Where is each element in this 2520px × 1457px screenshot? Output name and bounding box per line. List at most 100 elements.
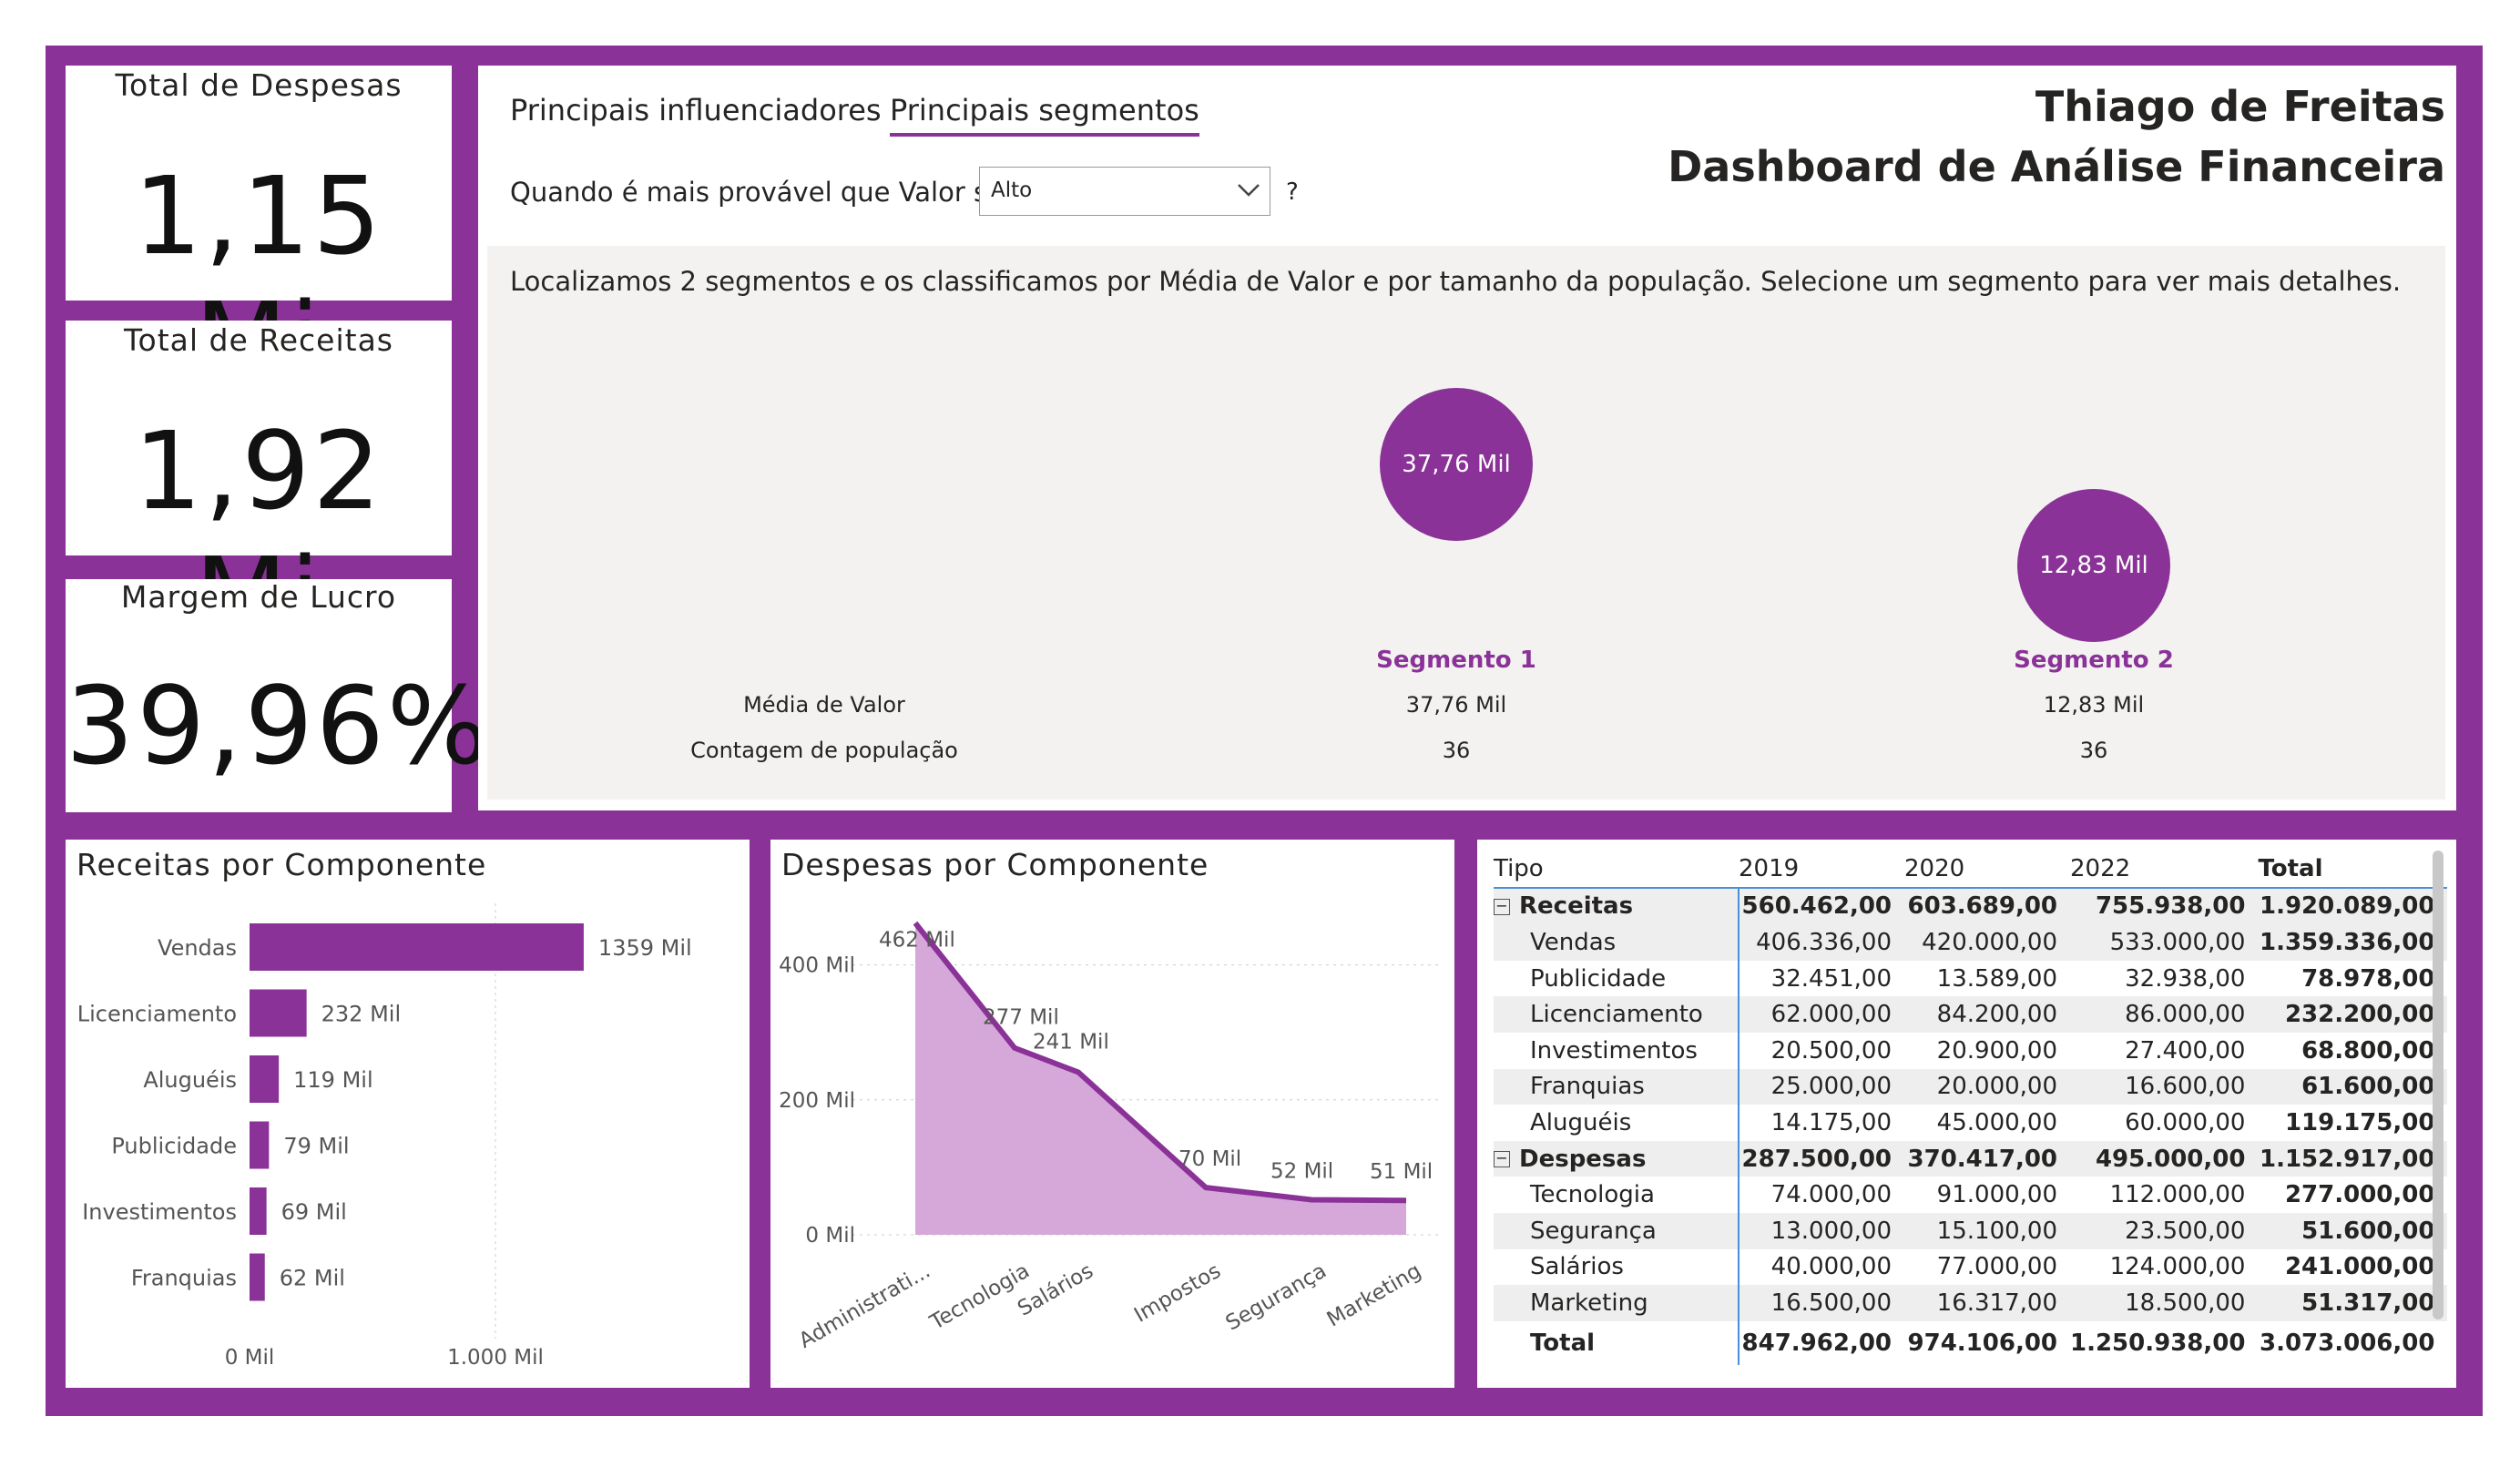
matrix-panel: Tipo 2019 2020 2022 Total − Receitas 560.462,00…	[1477, 840, 2456, 1388]
table-row: Segurança 13.000,00 15.100,00 23.500,00 51.6…	[1494, 1212, 2448, 1249]
table-cell: 62.000,00	[1770, 1001, 1892, 1029]
tab-principais-influenciadores[interactable]: Principais influenciadores	[510, 93, 882, 127]
row-label[interactable]: − Receitas	[1494, 887, 1740, 925]
kpi-value: 39,96%	[66, 663, 492, 789]
table-cell: 974.106,00	[1907, 1329, 2057, 1357]
header-row: Tipo 2019 2020 2022 Total	[1494, 851, 2448, 888]
chevron-down-icon	[1238, 184, 1260, 197]
kpi-card-despesas[interactable]: Total de Despesas 1,15 Mi	[66, 66, 452, 404]
column-header[interactable]: Tipo	[1494, 851, 1739, 888]
y-tick-label: 200 Mil	[779, 1089, 855, 1113]
dashboard-title: Dashboard de Análise Financeira	[1668, 142, 2445, 191]
bar	[250, 1055, 280, 1103]
table-cell: 23.500,00	[2125, 1217, 2246, 1245]
tab-principais-segmentos[interactable]: Principais segmentos	[890, 93, 1199, 137]
bar	[250, 1121, 270, 1169]
segment-1-label[interactable]: Segmento 1	[1365, 647, 1547, 674]
x-tick-label: Marketing	[1323, 1259, 1425, 1332]
table-cell: 77.000,00	[1936, 1253, 2057, 1281]
segment-1-contagem: 36	[1442, 738, 1471, 763]
row-label: Investimentos	[1494, 1032, 1740, 1069]
row-label: Franquias	[1494, 1068, 1740, 1105]
question-label: Quando é mais provável que Valor seja	[510, 177, 1027, 208]
table-cell: 1.250.938,00	[2070, 1329, 2246, 1357]
table-cell: 45.000,00	[1936, 1108, 2057, 1136]
table-cell: 124.000,00	[2109, 1253, 2246, 1281]
category-label: Investimentos	[82, 1199, 237, 1225]
total-row: Total 847.962,00 974.106,00 1.250.938,00 3.0…	[1494, 1320, 2447, 1365]
receitas-chart-panel: Receitas por Componente Vendas 1359 Mil Li…	[66, 840, 750, 1388]
data-label: 62 Mil	[280, 1266, 345, 1291]
table-cell: 277.000,00	[2284, 1181, 2435, 1209]
table-row: Licenciamento 62.000,00 84.200,00 86.000,00…	[1494, 996, 2448, 1033]
table-row: Salários 40.000,00 77.000,00 124.000,00 241.…	[1494, 1248, 2447, 1286]
table-cell: 18.500,00	[2125, 1289, 2246, 1317]
table-cell: 560.462,00	[1741, 892, 1892, 921]
x-tick-label: Tecnologia	[925, 1259, 1034, 1336]
segment-2-label[interactable]: Segmento 2	[2003, 647, 2185, 674]
table-cell: 91.000,00	[1936, 1181, 2057, 1209]
collapse-icon[interactable]: −	[1494, 898, 1510, 915]
despesas-area-chart: 0 Mil 200 Mil 400 Mil 462 Mil Administrati..…	[779, 921, 1440, 1353]
table-cell: 25.000,00	[1770, 1073, 1892, 1101]
table-cell: 32.451,00	[1770, 964, 1892, 993]
table-cell: 232.200,00	[2284, 1001, 2435, 1029]
financial-matrix: Tipo 2019 2020 2022 Total − Receitas 560.462,00…	[1494, 851, 2448, 1365]
table-cell: 16.317,00	[1936, 1289, 2057, 1317]
row-label: Aluguéis	[1494, 1105, 1740, 1141]
kpi-card-receitas[interactable]: Total de Receitas 1,92 Mi	[66, 321, 452, 659]
dropdown-value: Alto	[991, 178, 1033, 202]
data-label: 79 Mil	[283, 1134, 349, 1159]
data-label: 462 Mil	[879, 929, 955, 953]
segment-2-bubble[interactable]: 12,83 Mil	[2017, 489, 2170, 642]
author-name: Thiago de Freitas	[2035, 82, 2445, 131]
row-label[interactable]: − Despesas	[1494, 1140, 1740, 1177]
category-label: Franquias	[131, 1266, 237, 1291]
kpi-title: Total de Despesas	[115, 67, 403, 103]
segment-1-bubble[interactable]: 37,76 Mil	[1380, 388, 1533, 541]
y-tick-label: 0 Mil	[805, 1224, 855, 1248]
scrollbar[interactable]	[2433, 851, 2443, 1319]
data-label: 70 Mil	[1178, 1147, 1241, 1171]
category-label: Aluguéis	[143, 1067, 237, 1093]
valor-dropdown[interactable]: Alto	[979, 167, 1270, 216]
column-header[interactable]: 2022	[2070, 851, 2258, 888]
table-row: − Receitas 560.462,00 603.689,00 755.938,00 1…	[1494, 887, 2448, 925]
category-label: Licenciamento	[77, 1002, 237, 1027]
table-cell: 1.920.089,00	[2260, 892, 2435, 921]
help-icon[interactable]: ?	[1286, 178, 1299, 206]
table-cell: 112.000,00	[2109, 1181, 2246, 1209]
table-row: Tecnologia 74.000,00 91.000,00 112.000,00 27…	[1494, 1177, 2447, 1213]
table-cell: 370.417,00	[1907, 1145, 2057, 1173]
y-tick-label: 400 Mil	[779, 954, 855, 978]
collapse-icon[interactable]: −	[1494, 1151, 1510, 1168]
row-label: Vendas	[1494, 924, 1740, 961]
table-cell: 74.000,00	[1770, 1181, 1892, 1209]
table-cell: 241.000,00	[2284, 1253, 2435, 1281]
column-header[interactable]: 2020	[1904, 851, 2070, 888]
table-cell: 1.152.917,00	[2260, 1145, 2435, 1173]
kpi-title: Margem de Lucro	[120, 579, 397, 615]
x-tick-label: Administrati...	[795, 1259, 934, 1353]
table-cell: 755.938,00	[2095, 892, 2246, 921]
bar	[250, 1253, 265, 1301]
column-header[interactable]: Total	[2258, 851, 2447, 888]
x-tick-label: 1.000 Mil	[447, 1346, 544, 1370]
table-cell: 406.336,00	[1756, 928, 1892, 956]
table-row: Franquias 25.000,00 20.000,00 16.600,00 61.6…	[1494, 1068, 2448, 1105]
table-cell: 16.600,00	[2125, 1073, 2246, 1101]
table-row: Vendas 406.336,00 420.000,00 533.000,00 1.35…	[1494, 924, 2448, 961]
table-row: − Despesas 287.500,00 370.417,00 495.000,00 1…	[1494, 1140, 2448, 1177]
table-cell: 495.000,00	[2095, 1145, 2246, 1173]
table-row: Aluguéis 14.175,00 45.000,00 60.000,00 119.1…	[1494, 1105, 2447, 1141]
data-label: 51 Mil	[1370, 1160, 1433, 1184]
area-fill	[915, 922, 1406, 1235]
kpi-card-margem[interactable]: Margem de Lucro 39,96%	[66, 579, 492, 812]
table-cell: 13.589,00	[1936, 964, 2057, 993]
data-label: 69 Mil	[281, 1199, 347, 1225]
data-label: 52 Mil	[1270, 1159, 1333, 1183]
table-cell: 60.000,00	[2125, 1108, 2246, 1136]
table-cell: 78.978,00	[2301, 964, 2435, 993]
table-cell: 51.317,00	[2301, 1289, 2435, 1317]
column-header[interactable]: 2019	[1739, 851, 1904, 888]
